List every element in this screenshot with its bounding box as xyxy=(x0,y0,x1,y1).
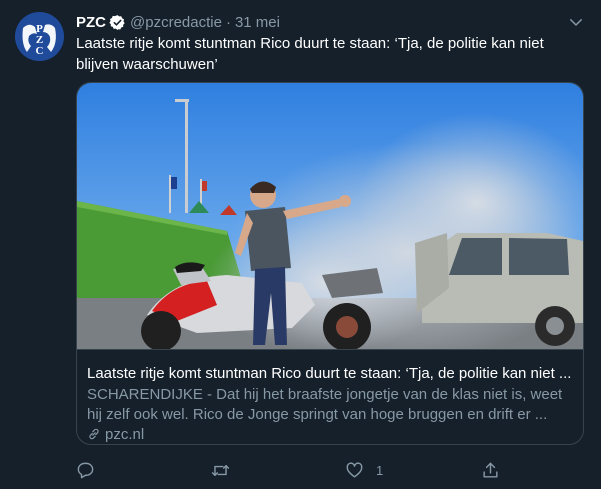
link-card[interactable]: Laatste ritje komt stuntman Rico duurt t… xyxy=(76,82,584,445)
avatar[interactable]: P Z C xyxy=(15,12,64,61)
share-button[interactable] xyxy=(481,458,512,482)
like-count: 1 xyxy=(376,462,384,478)
card-image[interactable] xyxy=(77,83,583,349)
retweet-button[interactable] xyxy=(211,458,242,482)
card-description: SCHARENDIJKE - Dat hij het braafste jong… xyxy=(87,386,563,423)
tweet-date[interactable]: 31 mei xyxy=(235,14,280,31)
retweet-icon xyxy=(211,464,230,476)
card-domain[interactable]: pzc.nl xyxy=(87,425,144,443)
reply-icon xyxy=(77,462,94,478)
heart-icon xyxy=(346,461,363,478)
chevron-down-icon[interactable] xyxy=(567,13,585,31)
svg-text:C: C xyxy=(36,45,44,57)
tweet-actions: 1 xyxy=(0,458,601,482)
card-domain-text: pzc.nl xyxy=(105,425,145,443)
author-handle[interactable]: @pzcredactie xyxy=(130,14,222,31)
reply-button[interactable] xyxy=(76,458,107,482)
card-title[interactable]: Laatste ritje komt stuntman Rico duurt t… xyxy=(87,364,573,384)
author-name[interactable]: PZC xyxy=(76,14,106,31)
tweet[interactable]: P Z C PZC @pzcredactie · 31 mei Laatste … xyxy=(0,0,601,489)
tweet-text: Laatste ritje komt stuntman Rico duurt t… xyxy=(76,35,544,73)
like-button[interactable]: 1 xyxy=(345,458,383,482)
tweet-header: PZC @pzcredactie · 31 mei xyxy=(76,12,280,32)
card-body[interactable]: Laatste ritje komt stuntman Rico duurt t… xyxy=(77,349,583,444)
link-icon xyxy=(89,428,99,440)
share-icon xyxy=(483,462,498,478)
separator-dot: · xyxy=(225,13,231,31)
verified-badge-icon xyxy=(109,14,126,31)
